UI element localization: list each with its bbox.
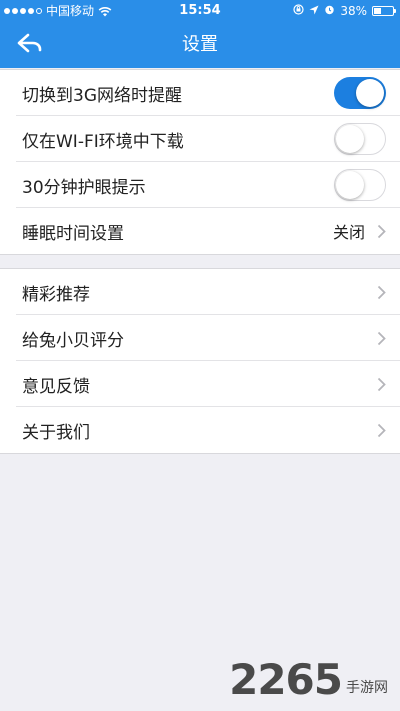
- header: 中国移动 15:54 38% 设置: [0, 0, 400, 68]
- setting-row-rate-app[interactable]: 给兔小贝评分: [0, 314, 400, 361]
- setting-label: 睡眠时间设置: [22, 223, 124, 244]
- battery-percent: 38%: [340, 4, 367, 18]
- setting-label: 30分钟护眼提示: [22, 177, 146, 198]
- setting-label: 仅在WI-FI环境中下载: [22, 131, 184, 152]
- chevron-right-icon: [377, 377, 386, 392]
- setting-row-eye-care[interactable]: 30分钟护眼提示: [0, 161, 400, 208]
- setting-label: 精彩推荐: [22, 284, 90, 305]
- chevron-right-icon: [377, 285, 386, 300]
- battery-icon: [372, 6, 396, 16]
- nav-bar: 设置: [0, 22, 400, 68]
- toggle-knob: [335, 170, 364, 199]
- setting-row-recommend[interactable]: 精彩推荐: [0, 269, 400, 315]
- setting-label: 关于我们: [22, 422, 90, 443]
- settings-group-general: 切换到3G网络时提醒 仅在WI-FI环境中下载 30分钟护眼提示 睡眠时间设置 …: [0, 69, 400, 255]
- chevron-right-icon: [377, 423, 386, 438]
- setting-label: 给兔小贝评分: [22, 330, 124, 351]
- setting-row-about-us[interactable]: 关于我们: [0, 406, 400, 453]
- setting-label: 意见反馈: [22, 376, 90, 397]
- setting-value: 关闭: [332, 223, 365, 242]
- setting-row-3g-reminder[interactable]: 切换到3G网络时提醒: [0, 70, 400, 116]
- setting-label: 切换到3G网络时提醒: [22, 85, 182, 106]
- status-bar: 中国移动 15:54 38%: [0, 0, 400, 22]
- setting-row-feedback[interactable]: 意见反馈: [0, 360, 400, 407]
- toggle-switch[interactable]: [334, 123, 386, 155]
- alarm-icon: [324, 0, 335, 22]
- setting-row-wifi-only[interactable]: 仅在WI-FI环境中下载: [0, 115, 400, 162]
- watermark-number: 2265: [229, 655, 343, 704]
- settings-group-about: 精彩推荐 给兔小贝评分 意见反馈 关于我们: [0, 268, 400, 454]
- rotation-lock-icon: [293, 0, 304, 22]
- location-icon: [309, 0, 319, 22]
- page-title: 设置: [182, 34, 218, 55]
- watermark-logo: 2265 手游网: [229, 659, 388, 701]
- toggle-switch[interactable]: [334, 77, 386, 109]
- battery-fill: [374, 8, 381, 14]
- chevron-right-icon: [377, 331, 386, 346]
- setting-row-sleep-time[interactable]: 睡眠时间设置 关闭: [0, 207, 400, 254]
- status-right: 38%: [293, 0, 396, 22]
- toggle-knob: [335, 124, 364, 153]
- toggle-switch[interactable]: [334, 169, 386, 201]
- chevron-right-icon: [377, 224, 386, 239]
- toggle-knob: [356, 79, 384, 107]
- watermark-text: 手游网: [346, 680, 388, 696]
